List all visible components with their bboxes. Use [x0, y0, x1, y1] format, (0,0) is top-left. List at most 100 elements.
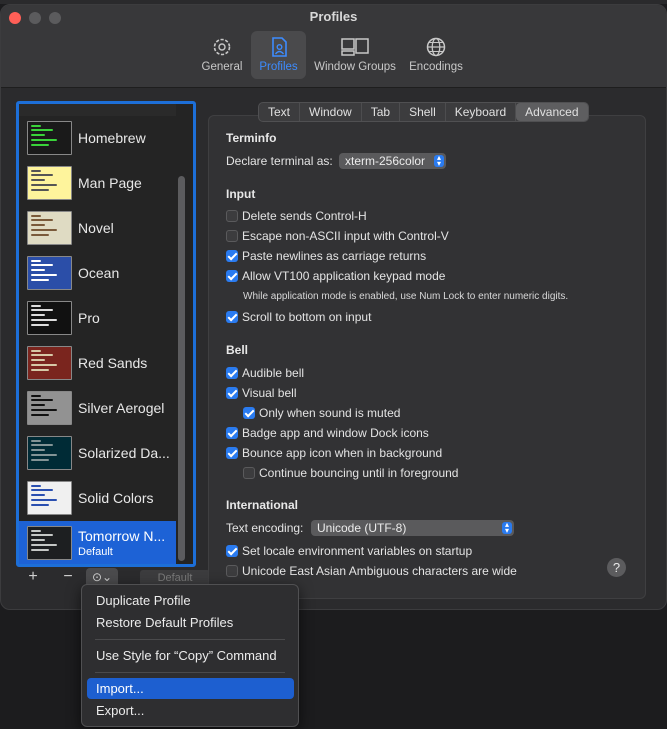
text-encoding-label: Text encoding: — [226, 521, 304, 535]
menu-separator — [95, 639, 285, 640]
profile-name: Homebrew — [78, 130, 146, 146]
profile-row[interactable]: Man Page — [19, 161, 176, 206]
toolbar-window-groups-label: Window Groups — [314, 61, 396, 73]
window-title: Profiles — [309, 9, 358, 24]
delete-sends-label: Delete sends Control-H — [242, 209, 367, 223]
toolbar-window-groups[interactable]: Window Groups — [311, 31, 399, 79]
profile-row[interactable]: Homebrew — [19, 116, 176, 161]
profile-row[interactable]: Pro — [19, 296, 176, 341]
audible-bell-checkbox[interactable] — [226, 367, 238, 379]
profile-preview-thumbnail — [27, 391, 72, 425]
title-bar: Profiles General Profiles Window Groups — [1, 5, 666, 88]
window-groups-icon — [341, 38, 369, 56]
menu-item-export[interactable]: Export... — [87, 700, 294, 721]
profile-row[interactable]: Tomorrow N... Default — [19, 521, 176, 564]
profile-preview-thumbnail — [27, 481, 72, 515]
profile-row[interactable]: Solid Colors — [19, 476, 176, 521]
text-encoding-select[interactable]: Unicode (UTF-8) ▴ ▾ — [311, 520, 514, 536]
east-asian-wide-checkbox[interactable] — [226, 565, 238, 577]
profile-name: Novel — [78, 220, 114, 236]
default-profile-label: Default — [78, 546, 113, 558]
escape-non-ascii-label: Escape non-ASCII input with Control-V — [242, 229, 449, 243]
tab-shell[interactable]: Shell — [400, 103, 446, 121]
escape-non-ascii-checkbox[interactable] — [226, 230, 238, 242]
declare-terminal-value: xterm-256color — [345, 154, 426, 168]
profile-preview-thumbnail — [27, 301, 72, 335]
profiles-list-scrollbar[interactable] — [178, 176, 185, 561]
badge-icons-checkbox[interactable] — [226, 427, 238, 439]
profile-name: Ocean — [78, 265, 120, 281]
profile-preview-thumbnail — [27, 346, 72, 380]
profile-name: Man Page — [78, 175, 142, 191]
continue-bouncing-label: Continue bouncing until in foreground — [259, 466, 459, 480]
profile-name: Tomorrow N... — [78, 528, 166, 544]
profile-preview-thumbnail — [27, 436, 72, 470]
declare-terminal-select[interactable]: xterm-256color ▴ ▾ — [339, 153, 446, 169]
menu-separator — [95, 672, 285, 673]
tab-keyboard[interactable]: Keyboard — [446, 103, 517, 121]
profile-preview-thumbnail — [27, 526, 72, 560]
scroll-bottom-checkbox[interactable] — [226, 311, 238, 323]
locale-env-checkbox[interactable] — [226, 545, 238, 557]
profile-doc-icon — [271, 37, 287, 57]
toolbar-encodings-label: Encodings — [409, 61, 463, 73]
profile-actions-menu: Duplicate Profile Restore Default Profil… — [81, 584, 299, 727]
profile-row[interactable]: Silver Aerogel — [19, 386, 176, 431]
paste-newlines-checkbox[interactable] — [226, 250, 238, 262]
globe-icon — [426, 37, 446, 57]
bounce-icon-label: Bounce app icon when in background — [242, 446, 443, 460]
terminfo-heading: Terminfo — [226, 131, 277, 145]
visual-bell-label: Visual bell — [242, 386, 297, 400]
tab-text[interactable]: Text — [259, 103, 301, 121]
delete-sends-checkbox[interactable] — [226, 210, 238, 222]
vt100-keypad-label: Allow VT100 application keypad mode — [242, 269, 446, 283]
audible-bell-label: Audible bell — [242, 366, 305, 380]
paste-newlines-label: Paste newlines as carriage returns — [242, 249, 427, 263]
menu-item-duplicate-profile[interactable]: Duplicate Profile — [87, 590, 294, 611]
profile-row[interactable]: Red Sands — [19, 341, 176, 386]
menu-item-use-style-for-copy[interactable]: Use Style for “Copy” Command — [87, 645, 294, 666]
toolbar-profiles[interactable]: Profiles — [251, 31, 306, 79]
list-item[interactable] — [19, 104, 176, 116]
profile-row[interactable]: Solarized Da... — [19, 431, 176, 476]
profile-row[interactable]: Ocean — [19, 251, 176, 296]
chevron-updown-icon: ▴ ▾ — [502, 521, 512, 535]
profile-name: Pro — [78, 310, 100, 326]
bell-heading: Bell — [226, 343, 249, 357]
vt100-keypad-checkbox[interactable] — [226, 270, 238, 282]
help-button[interactable]: ? — [607, 558, 626, 577]
east-asian-wide-label: Unicode East Asian Ambiguous characters … — [242, 564, 517, 578]
toolbar-encodings[interactable]: Encodings — [405, 31, 467, 79]
profiles-list[interactable]: Homebrew Man Page Novel Ocean Pro Red Sands Si… — [16, 101, 196, 567]
visual-bell-checkbox[interactable] — [226, 387, 238, 399]
bounce-icon-checkbox[interactable] — [226, 447, 238, 459]
locale-env-label: Set locale environment variables on star… — [242, 544, 473, 558]
continue-bouncing-checkbox[interactable] — [243, 467, 255, 479]
toolbar-general[interactable]: General — [199, 31, 245, 79]
add-profile-button[interactable]: + — [18, 568, 48, 588]
tab-advanced[interactable]: Advanced — [516, 103, 588, 121]
text-encoding-value: Unicode (UTF-8) — [317, 521, 407, 535]
profile-preview-thumbnail — [27, 121, 72, 155]
profile-preview-thumbnail — [27, 256, 72, 290]
scroll-bottom-label: Scroll to bottom on input — [242, 310, 372, 324]
remove-profile-button[interactable]: − — [53, 568, 83, 588]
international-heading: International — [226, 498, 299, 512]
menu-item-import[interactable]: Import... — [87, 678, 294, 699]
profile-tabs: Text Window Tab Shell Keyboard Advanced — [258, 102, 589, 122]
chevron-updown-icon: ▴ ▾ — [434, 154, 444, 168]
declare-terminal-label: Declare terminal as: — [226, 154, 333, 168]
tab-tab[interactable]: Tab — [362, 103, 401, 121]
profile-name: Solid Colors — [78, 490, 154, 506]
profile-preview-thumbnail — [27, 166, 72, 200]
only-when-muted-checkbox[interactable] — [243, 407, 255, 419]
profile-name: Silver Aerogel — [78, 400, 165, 416]
tab-window[interactable]: Window — [300, 103, 362, 121]
vt100-keypad-note: While application mode is enabled, use N… — [243, 291, 569, 302]
profile-row[interactable]: Novel — [19, 206, 176, 251]
profile-preview-thumbnail — [27, 211, 72, 245]
only-when-muted-label: Only when sound is muted — [259, 406, 401, 420]
menu-item-restore-default-profiles[interactable]: Restore Default Profiles — [87, 612, 294, 633]
toolbar-profiles-label: Profiles — [259, 61, 298, 73]
badge-icons-label: Badge app and window Dock icons — [242, 426, 429, 440]
